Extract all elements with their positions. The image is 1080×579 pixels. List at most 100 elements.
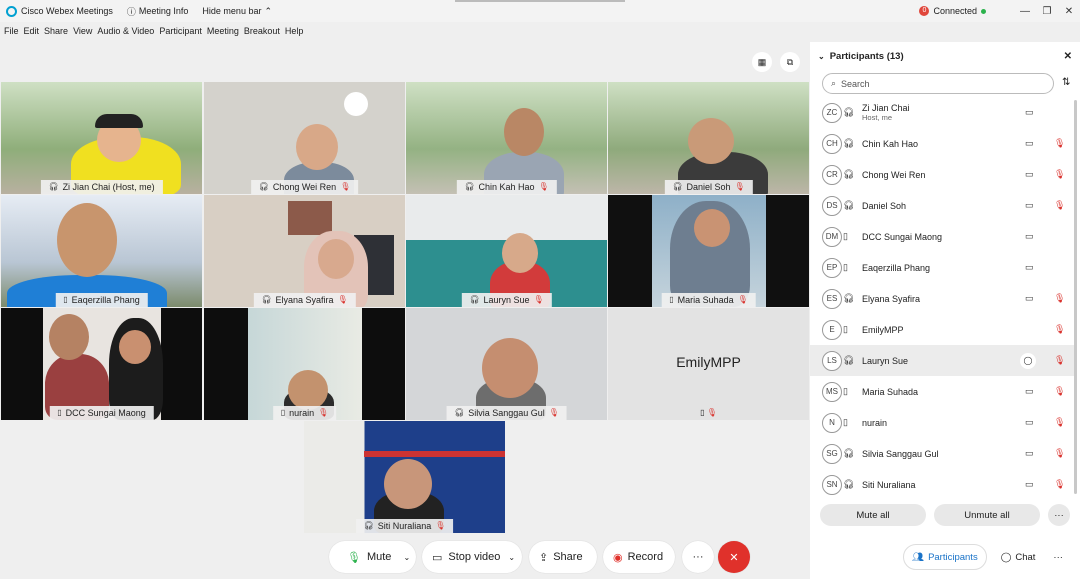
- chevron-down-icon[interactable]: ⌄: [508, 553, 515, 562]
- menu-help[interactable]: Help: [285, 26, 304, 36]
- video-tile[interactable]: 🎧︎ Chong Wei Ren 🎙︎: [204, 82, 405, 194]
- avatar: CH: [822, 133, 842, 154]
- panel-scrollbar[interactable]: [1074, 100, 1077, 494]
- video-tile[interactable]: 🎧︎ Siti Nuraliana 🎙︎: [304, 421, 505, 533]
- mute-all-button[interactable]: Mute all: [820, 504, 926, 526]
- share-button[interactable]: ⇪ Share: [529, 541, 597, 573]
- mic-muted-icon: 🎙︎: [538, 182, 549, 191]
- mic-muted-icon[interactable]: 🎙︎: [1054, 355, 1065, 366]
- more-options-button[interactable]: ···: [682, 541, 714, 573]
- unmute-all-button[interactable]: Unmute all: [934, 504, 1040, 526]
- search-input[interactable]: ⌕ Search: [822, 73, 1054, 94]
- unmute-all-label: Unmute all: [964, 509, 1010, 521]
- sort-icon[interactable]: ⇅: [1062, 77, 1070, 88]
- more-panels-button[interactable]: ···: [1049, 544, 1067, 570]
- video-tile[interactable]: ▯ nurain 🎙︎: [204, 308, 405, 420]
- video-camera-icon: ▭: [1025, 417, 1034, 427]
- menu-audio-video[interactable]: Audio & Video: [97, 26, 154, 36]
- menu-edit[interactable]: Edit: [24, 26, 40, 36]
- record-button[interactable]: ◉ Record: [603, 541, 675, 573]
- wall-frame: [288, 201, 332, 235]
- chevron-down-icon[interactable]: ⌄: [403, 553, 410, 562]
- mic-muted-icon[interactable]: 🎙︎: [1054, 386, 1065, 397]
- video-camera-icon: ▭: [1025, 448, 1034, 458]
- participant-row[interactable]: CR 🎧︎ Chong Wei Ren ▭ 🎙︎: [810, 159, 1074, 190]
- participant-row[interactable]: MS ▯ Maria Suhada ▭ 🎙︎: [810, 376, 1074, 407]
- collapse-chevron-icon[interactable]: ⌄: [818, 52, 825, 61]
- video-tile[interactable]: ▯ Maria Suhada 🎙︎: [608, 195, 809, 307]
- menu-participant[interactable]: Participant: [159, 26, 202, 36]
- hide-menu-bar-button[interactable]: Hide menu bar ⌃: [202, 6, 272, 17]
- tile-name: Zi Jian Chai (Host, me): [62, 182, 155, 192]
- mic-muted-icon: 🎙︎: [533, 295, 544, 304]
- participant-row[interactable]: DS 🎧︎ Daniel Soh ▭ 🎙︎: [810, 190, 1074, 221]
- headset-icon: 🎧︎: [454, 408, 465, 417]
- grid-layout-icon[interactable]: ▦: [752, 52, 772, 72]
- chat-icon: ◯: [1000, 551, 1012, 563]
- participant-row[interactable]: ES 🎧︎ Elyana Syafira ▭ 🎙︎: [810, 283, 1074, 314]
- menu-meeting[interactable]: Meeting: [207, 26, 239, 36]
- avatar: SN: [822, 474, 842, 495]
- menu-view[interactable]: View: [73, 26, 92, 36]
- video-tile[interactable]: 🎧︎ Elyana Syafira 🎙︎: [204, 195, 405, 307]
- panel-more-button[interactable]: ···: [1048, 504, 1070, 526]
- mic-muted-icon[interactable]: 🎙︎: [1054, 417, 1065, 428]
- close-panel-icon[interactable]: ✕: [1064, 51, 1072, 62]
- video-camera-icon: ▭: [1025, 293, 1034, 303]
- tile-name: Maria Suhada: [677, 295, 734, 305]
- restore-icon[interactable]: ❐: [1036, 6, 1058, 17]
- mic-muted-icon[interactable]: 🎙︎: [1054, 479, 1065, 490]
- participant-head: [318, 239, 354, 279]
- video-camera-icon: ▭: [1025, 262, 1034, 272]
- video-camera-icon: ▭: [1025, 386, 1034, 396]
- chat-bubble-icon[interactable]: ◯: [1020, 352, 1036, 369]
- mic-muted-icon[interactable]: 🎙︎: [1054, 200, 1065, 211]
- participant-name: Lauryn Sue: [862, 355, 909, 366]
- video-tile[interactable]: 🎧︎ Daniel Soh 🎙︎: [608, 82, 809, 194]
- tile-status-icons: ▯ 🎙︎: [608, 408, 809, 417]
- mic-muted-icon[interactable]: 🎙︎: [1054, 448, 1065, 459]
- video-tile[interactable]: 🎧︎ Chin Kah Hao 🎙︎: [406, 82, 607, 194]
- end-meeting-icon: ✕: [729, 551, 739, 564]
- video-tile[interactable]: 🎧︎ Zi Jian Chai (Host, me): [1, 82, 202, 194]
- tile-name: Chin Kah Hao: [478, 182, 535, 192]
- menu-breakout[interactable]: Breakout: [244, 26, 280, 36]
- participants-tab[interactable]: 👥︎ Participants: [903, 544, 987, 570]
- stop-video-button[interactable]: ▭ Stop video ⌄: [422, 541, 522, 573]
- mic-muted-icon[interactable]: 🎙︎: [1054, 169, 1065, 180]
- panel-tabs: 👥︎ Participants ◯ Chat ···: [903, 541, 1067, 573]
- menu-share[interactable]: Share: [44, 26, 68, 36]
- phone-icon: ▯: [843, 386, 848, 396]
- participant-row[interactable]: CH 🎧︎ Chin Kah Hao ▭ 🎙︎: [810, 128, 1074, 159]
- menu-file[interactable]: File: [4, 26, 19, 36]
- connection-status[interactable]: 0 Connected: [919, 6, 986, 16]
- minimize-icon[interactable]: —: [1014, 6, 1036, 17]
- participant-row[interactable]: E ▯ EmilyMPP 🎙︎: [810, 314, 1074, 345]
- video-camera-icon: ▭: [1025, 479, 1034, 489]
- mute-button[interactable]: 🎙︎ Mute ⌄: [329, 541, 416, 573]
- layout-toggle-icon[interactable]: ⧉: [780, 52, 800, 72]
- end-meeting-button[interactable]: ✕: [718, 541, 750, 573]
- participant-row-hovered[interactable]: LS 🎧︎ Lauryn Sue ◯ 🎙︎: [810, 345, 1074, 376]
- mic-muted-icon[interactable]: 🎙︎: [1054, 138, 1065, 149]
- tile-name-tag: ▯ nurain 🎙︎: [272, 406, 337, 420]
- participant-row[interactable]: ZC 🎧︎ Zi Jian Chai Host, me ▭: [810, 97, 1074, 128]
- participant-row[interactable]: EP ▯ Eaqerzilla Phang ▭: [810, 252, 1074, 283]
- video-tile[interactable]: 🎧︎ Lauryn Sue 🎙︎: [406, 195, 607, 307]
- video-tile[interactable]: 🎧︎ Silvia Sanggau Gul 🎙︎: [406, 308, 607, 420]
- meeting-info-button[interactable]: ⓘ Meeting Info: [127, 5, 189, 18]
- mic-muted-icon[interactable]: 🎙︎: [1054, 324, 1065, 335]
- avatar: LS: [822, 350, 842, 371]
- chat-tab[interactable]: ◯ Chat: [995, 544, 1042, 570]
- video-tile[interactable]: ▯ DCC Sungai Maong: [1, 308, 202, 420]
- participant-row[interactable]: DM ▯ DCC Sungai Maong ▭: [810, 221, 1074, 252]
- video-tile-no-video[interactable]: EmilyMPP ▯ 🎙︎: [608, 308, 809, 420]
- participant-row[interactable]: N ▯ nurain ▭ 🎙︎: [810, 407, 1074, 438]
- avatar: DS: [822, 195, 842, 216]
- participant-row[interactable]: SG 🎧︎ Silvia Sanggau Gul ▭ 🎙︎: [810, 438, 1074, 469]
- participant-row[interactable]: SN 🎧︎ Siti Nuraliana ▭ 🎙︎: [810, 469, 1074, 500]
- tile-name: DCC Sungai Maong: [65, 408, 146, 418]
- mic-muted-icon[interactable]: 🎙︎: [1054, 293, 1065, 304]
- close-window-icon[interactable]: ✕: [1058, 6, 1080, 17]
- video-tile[interactable]: ▯ Eaqerzilla Phang: [1, 195, 202, 307]
